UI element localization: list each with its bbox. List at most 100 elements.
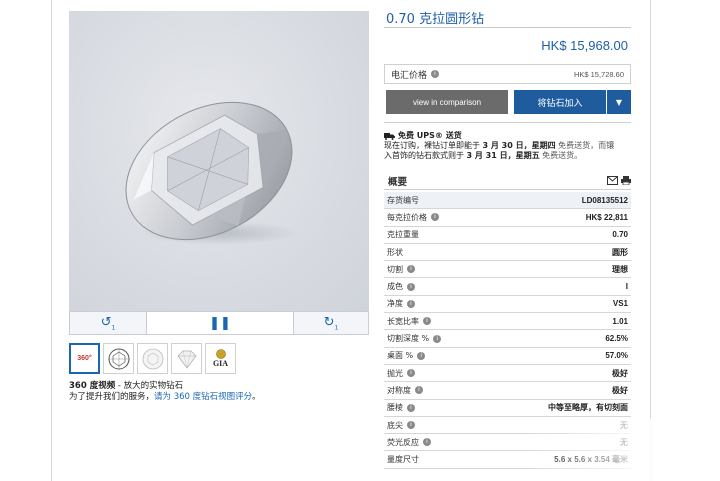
- rotate-right-icon: ↻1: [323, 314, 339, 332]
- thumb-360[interactable]: 360°: [69, 343, 100, 374]
- product-title: 0.70 克拉圆形钻: [386, 12, 485, 27]
- spec-row: 切割深度 % i 62.5%: [384, 330, 631, 348]
- spec-label-text: 底尖: [387, 420, 403, 430]
- divider: [384, 27, 631, 28]
- spec-label-text: 切割: [387, 264, 403, 274]
- wire-price-value: HK$ 15,728.60: [573, 69, 624, 79]
- thumb-side-view[interactable]: [171, 343, 202, 374]
- info-icon[interactable]: i: [423, 317, 431, 326]
- product-price: HK$ 15,968.00: [541, 38, 628, 53]
- rotate-left-icon: ↺1: [100, 314, 116, 332]
- shipping-text: 免费送货。: [539, 151, 583, 160]
- spec-label: 克拉重量: [387, 229, 419, 240]
- spec-label-text: 长宽比率: [387, 316, 419, 326]
- shipping-text: 免费送货，而镶: [555, 141, 615, 150]
- diamond-facet-icon: [142, 348, 163, 369]
- page-border-right: [650, 0, 651, 481]
- spec-label: 存货编号: [387, 195, 419, 206]
- info-icon[interactable]: i: [433, 334, 442, 343]
- spec-value: LD08135512: [581, 195, 628, 205]
- spec-row: 对称度 i 极好: [384, 382, 631, 400]
- wire-price-box: 电汇价格 i HK$ 15,728.60: [384, 64, 631, 84]
- shipping-text: 入首饰的钻石款式则于: [384, 151, 467, 160]
- spec-label: 长宽比率 i: [387, 316, 431, 327]
- truck-icon: [384, 133, 395, 140]
- spec-row: 克拉重量 0.70: [384, 227, 631, 244]
- spec-label-text: 净度: [387, 299, 403, 309]
- info-icon[interactable]: i: [431, 70, 440, 78]
- spec-label: 切割深度 % i: [387, 333, 442, 344]
- info-icon[interactable]: i: [415, 386, 423, 395]
- info-icon[interactable]: i: [407, 299, 415, 308]
- shipping-text: 现在订购，裸钻订单即能于: [384, 141, 483, 150]
- overview-header: 概要: [384, 172, 631, 190]
- spec-value: VS1: [612, 299, 628, 309]
- rotate-left-button[interactable]: ↺1: [70, 312, 146, 334]
- pause-button[interactable]: ❚❚: [146, 312, 294, 334]
- info-icon[interactable]: i: [431, 213, 439, 222]
- info-icon[interactable]: i: [417, 351, 426, 360]
- caption-subtitle: - 放大的实物钻石: [115, 381, 184, 391]
- spec-label-text: 对称度: [387, 385, 411, 395]
- rate-360-link[interactable]: 请为 360 度钻石视图评分: [154, 392, 252, 402]
- spec-label-text: 腰棱: [387, 403, 403, 413]
- print-icon[interactable]: [621, 176, 631, 185]
- email-icon[interactable]: [607, 176, 618, 185]
- spec-label-text: 每克拉价格: [387, 212, 427, 222]
- spec-label-text: 形状: [387, 247, 403, 257]
- spec-row: 抛光 i 极好: [384, 365, 631, 383]
- viewer-caption: 360 度视频 - 放大的实物钻石 为了提升我们的服务，请为 360 度钻石视图…: [69, 381, 261, 403]
- spec-label-text: 荧光反应: [387, 437, 419, 447]
- info-icon[interactable]: i: [407, 265, 415, 274]
- spec-label: 桌面 % i: [387, 350, 426, 361]
- 360-icon: 360°: [77, 355, 92, 362]
- pause-icon: ❚❚: [209, 315, 231, 331]
- wire-price-label: 电汇价格: [391, 70, 428, 81]
- spec-label-text: 抛光: [387, 368, 403, 378]
- spec-row: 形状 圆形: [384, 244, 631, 262]
- rotate-right-button[interactable]: ↻1: [294, 312, 368, 334]
- spec-value: 极好: [612, 368, 628, 378]
- caption-period: 。: [252, 392, 261, 402]
- info-icon[interactable]: i: [407, 403, 415, 412]
- spec-row: 净度 i VS1: [384, 296, 631, 314]
- view-in-comparison-button[interactable]: view in comparison: [386, 90, 508, 114]
- shipping-info: 免费 UPS® 送货 现在订购，裸钻订单即能于 3 月 30 日，星期四 免费送…: [384, 131, 634, 161]
- info-icon[interactable]: i: [407, 282, 415, 291]
- spec-label: 切割 i: [387, 264, 415, 275]
- spec-value: 62.5%: [605, 334, 628, 344]
- page-border-left: [51, 0, 52, 481]
- spec-row: 存货编号 LD08135512: [384, 192, 631, 210]
- thumb-gia[interactable]: GIA: [205, 343, 236, 374]
- spec-label: 腰棱 i: [387, 402, 415, 413]
- spec-label: 每克拉价格 i: [387, 212, 439, 223]
- shipping-date-loose: 3 月 30 日，星期四: [482, 141, 556, 150]
- spec-value: 0.70: [612, 230, 628, 240]
- thumb-facet-diagram[interactable]: [137, 343, 168, 374]
- thumb-top-view[interactable]: [103, 343, 134, 374]
- rotate-right-step: 1: [334, 324, 339, 332]
- caption-title: 360 度视频: [69, 381, 116, 391]
- spec-row: 每克拉价格 i HK$ 22,811: [384, 209, 631, 227]
- spec-value: 圆形: [612, 247, 628, 257]
- shipping-headline: 免费 UPS® 送货: [398, 131, 462, 140]
- info-icon[interactable]: i: [423, 438, 431, 447]
- spec-value: 极好: [612, 385, 628, 395]
- add-options-dropdown[interactable]: ▼: [607, 90, 631, 114]
- spec-label: 量度尺寸: [387, 454, 419, 465]
- gia-logo: GIA: [212, 359, 229, 368]
- diamond-image: [125, 101, 297, 245]
- spec-label-text: 切割深度 %: [387, 334, 430, 344]
- rotate-left-step: 1: [111, 324, 116, 332]
- spec-value: HK$ 22,811: [585, 212, 628, 222]
- info-icon[interactable]: i: [407, 421, 415, 429]
- diamond-360-viewer[interactable]: [69, 11, 369, 311]
- diamond-side-icon: [177, 350, 196, 369]
- spec-label-text: 存货编号: [387, 195, 419, 205]
- spec-label-text: 克拉重量: [387, 230, 419, 240]
- add-diamond-button[interactable]: 将钻石加入: [514, 90, 606, 114]
- info-icon[interactable]: i: [407, 369, 415, 378]
- spec-value: 中等至略厚，有切刻面: [548, 403, 628, 413]
- view-thumbnails: 360° GIA: [69, 343, 236, 374]
- spec-label: 成色 i: [387, 281, 415, 292]
